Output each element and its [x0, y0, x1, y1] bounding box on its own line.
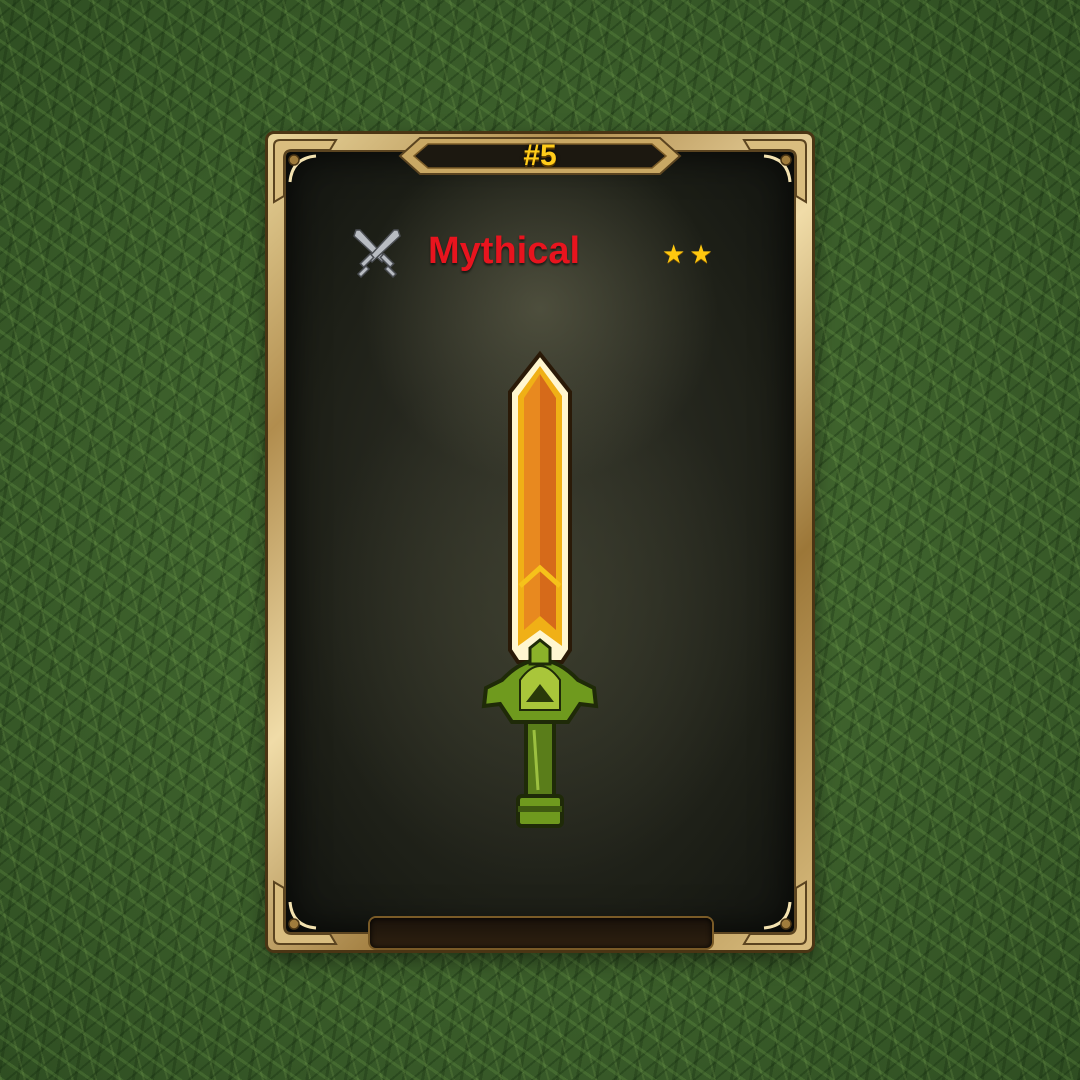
frame-corner-ornament	[742, 880, 807, 945]
card-number: #5	[523, 139, 557, 172]
star-rating: ★ ★	[662, 240, 717, 268]
star-icon: ★	[662, 239, 686, 269]
item-card[interactable]: #5 Mythical ★ ★	[268, 134, 812, 950]
frame-corner-ornament	[273, 139, 338, 204]
card-number-plate: #5	[398, 136, 682, 176]
crossed-swords-icon	[353, 229, 401, 279]
star-icon: ★	[689, 239, 713, 269]
sword-icon	[481, 350, 599, 828]
rarity-label: Mythical	[428, 230, 581, 272]
frame-corner-ornament	[273, 880, 338, 945]
frame-corner-ornament	[742, 139, 807, 204]
card-bottom-bar	[370, 918, 712, 948]
card-header-row: Mythical ★ ★	[268, 226, 812, 279]
